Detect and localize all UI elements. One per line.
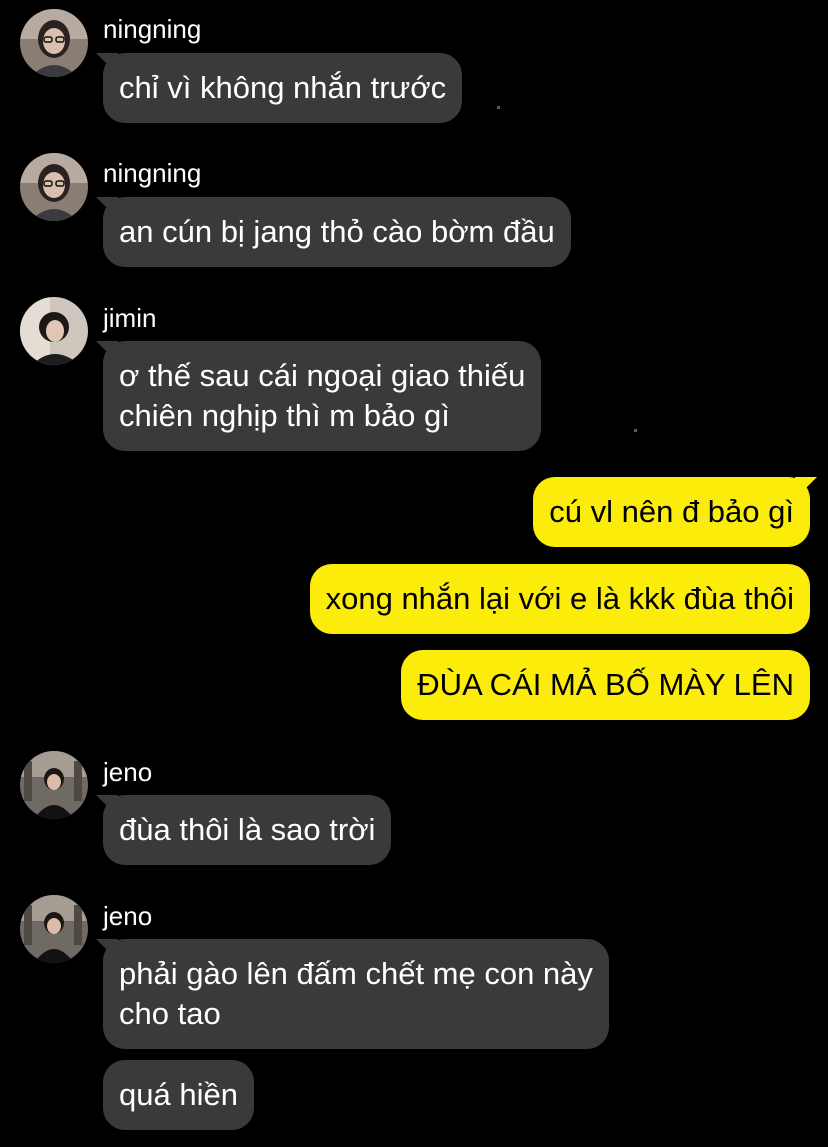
user-avatar-icon [20,153,88,221]
avatar-jeno[interactable] [20,895,88,963]
avatar-ningning[interactable] [20,9,88,77]
incoming-message-bubble[interactable]: quá hiền [103,1060,254,1130]
message-text: cú vl nên đ bảo gì [549,494,794,529]
avatar-ningning[interactable] [20,153,88,221]
sender-name: jeno [103,757,153,787]
sender-name: jimin [103,303,157,333]
outgoing-message-bubble[interactable]: ĐÙA CÁI MẢ BỐ MÀY LÊN [401,650,810,720]
artifact-dot [497,106,500,109]
sender-name: ningning [103,158,202,188]
outgoing-message-bubble[interactable]: cú vl nên đ bảo gì [533,477,810,547]
message-text: an cún bị jang thỏ cào bờm đầu [119,214,555,249]
incoming-message-bubble[interactable]: ơ thế sau cái ngoại giao thiếu chiên ngh… [103,341,542,451]
message-text-line: chiên nghịp thì m bảo gì [119,398,450,433]
incoming-message-bubble[interactable]: chỉ vì không nhắn trước [103,53,463,123]
message-text-line: ơ thế sau cái ngoại giao thiếu [119,358,526,393]
message-text: quá hiền [119,1077,238,1112]
incoming-message-bubble[interactable]: an cún bị jang thỏ cào bờm đầu [103,197,571,267]
incoming-message-bubble[interactable]: đùa thôi là sao trời [103,795,392,865]
message-text-line: cho tao [119,996,221,1031]
avatar-jimin[interactable] [20,297,88,365]
message-text: ĐÙA CÁI MẢ BỐ MÀY LÊN [417,667,794,702]
outgoing-message-bubble[interactable]: xong nhắn lại với e là kkk đùa thôi [309,564,810,634]
user-avatar-icon [20,297,88,365]
artifact-dot [634,429,637,432]
message-text: chỉ vì không nhắn trước [119,70,447,105]
user-avatar-icon [20,895,88,963]
avatar-jeno[interactable] [20,751,88,819]
message-text: xong nhắn lại với e là kkk đùa thôi [325,581,794,616]
user-avatar-icon [20,751,88,819]
sender-name: jeno [103,901,153,931]
incoming-message-bubble[interactable]: phải gào lên đấm chết mẹ con này cho tao [103,939,609,1049]
message-text: đùa thôi là sao trời [119,812,376,847]
user-avatar-icon [20,9,88,77]
message-text-line: phải gào lên đấm chết mẹ con này [119,956,593,991]
sender-name: ningning [103,14,202,44]
